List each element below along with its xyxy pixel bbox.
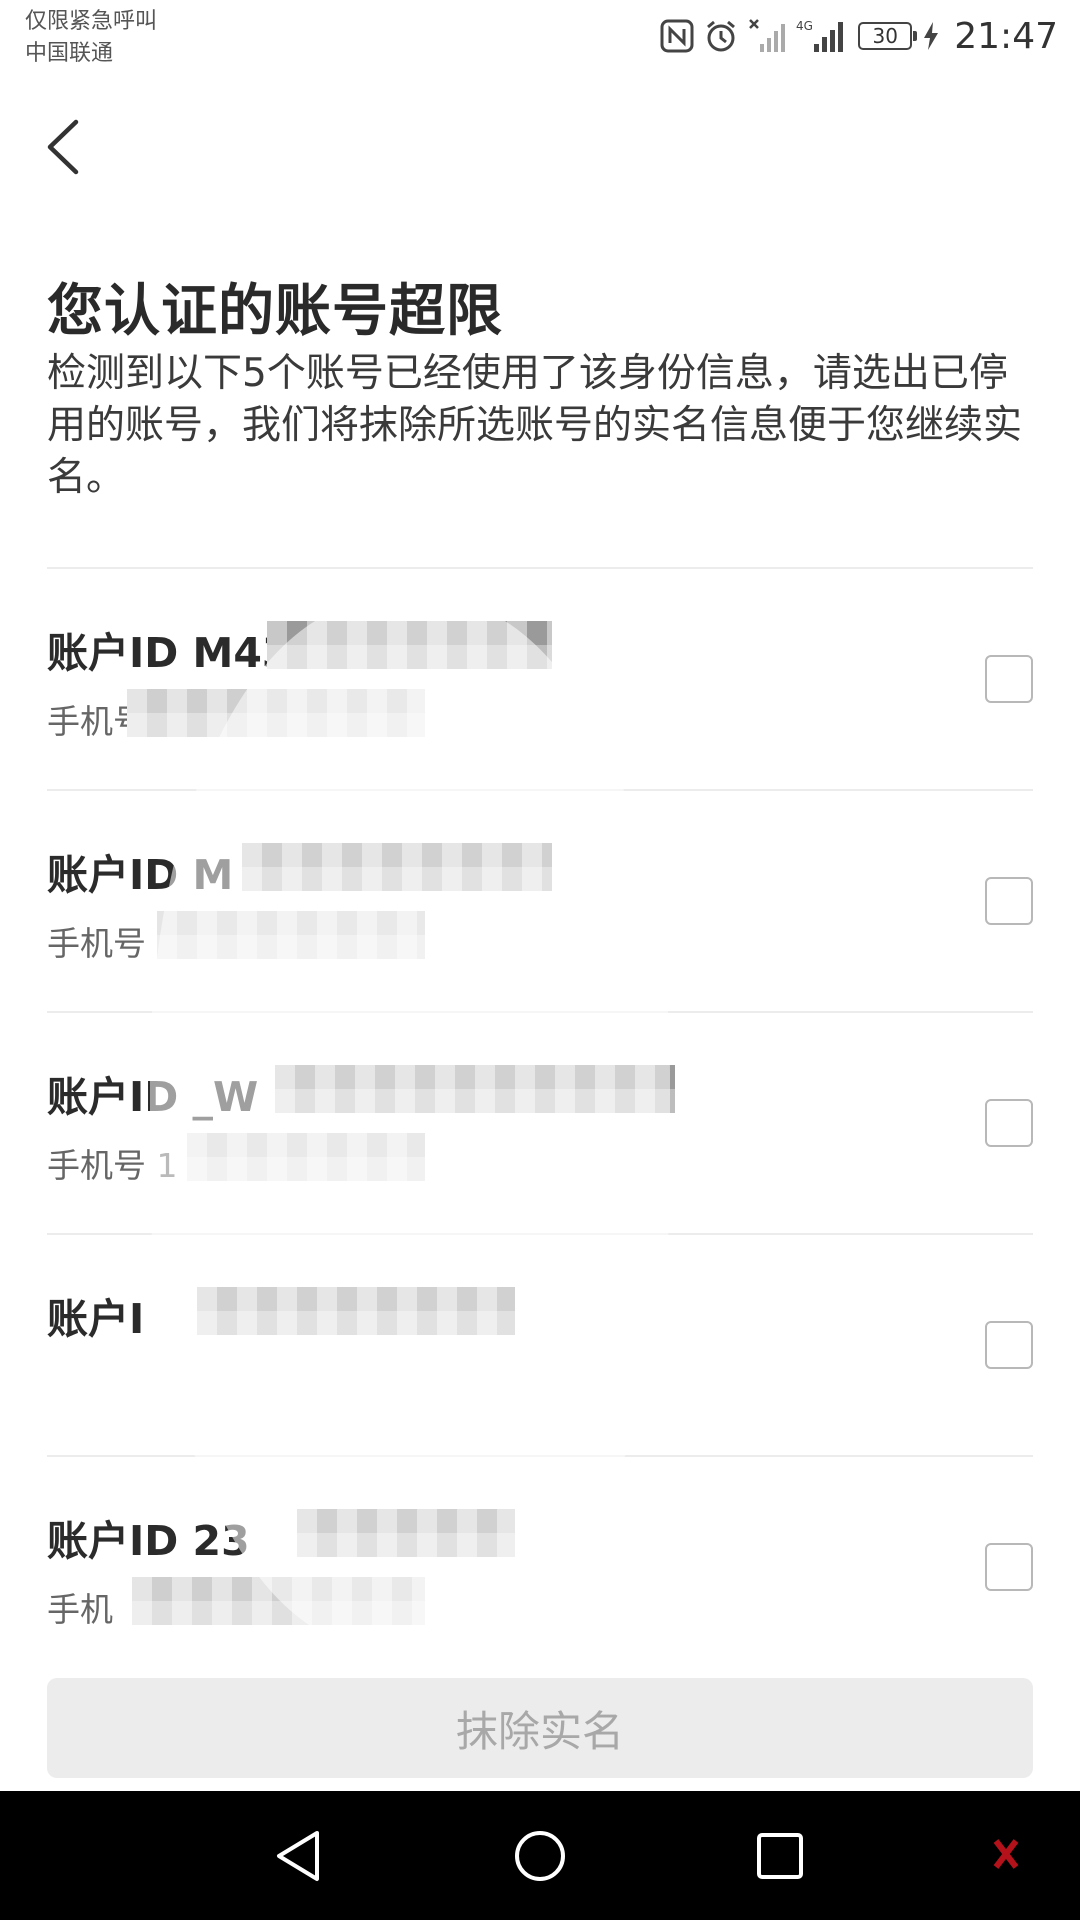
- account-list: 账户ID M43 手机号 1 账户ID M 手机号 账户ID _W 手机号 1 …: [47, 567, 1033, 1677]
- charging-icon: [922, 21, 940, 51]
- account-checkbox[interactable]: [985, 877, 1033, 925]
- redacted-account-id: [297, 1509, 515, 1557]
- carrier-name: 中国联通: [25, 41, 114, 66]
- redacted-phone: [157, 911, 425, 959]
- account-phone: 手机号: [47, 924, 146, 963]
- battery-level: 30: [872, 24, 898, 48]
- account-row[interactable]: 账户ID _W 手机号 1: [47, 1011, 1033, 1233]
- no-signal-icon: [748, 18, 786, 54]
- redacted-account-id: [275, 1065, 675, 1113]
- network-type-label: 4G: [796, 19, 813, 33]
- signal-icon: 4G: [796, 18, 848, 54]
- redacted-phone: [127, 689, 425, 737]
- account-checkbox[interactable]: [985, 1099, 1033, 1147]
- account-row[interactable]: 账户ID M43 手机号 1: [47, 567, 1033, 789]
- redacted-account-id: [242, 843, 552, 891]
- alarm-icon: [704, 19, 738, 53]
- redacted-phone: [187, 1133, 425, 1181]
- carrier-emergency-text: 仅限紧急呼叫: [25, 9, 158, 34]
- account-id: 账户ID _W: [47, 1073, 259, 1121]
- account-phone: 手机: [47, 1590, 113, 1629]
- account-id: 账户I: [47, 1295, 145, 1343]
- nfc-icon: [660, 19, 694, 53]
- account-checkbox[interactable]: [985, 655, 1033, 703]
- nav-recents-button[interactable]: [745, 1821, 815, 1891]
- account-phone: 手机号 1: [47, 1146, 178, 1185]
- watermark-logo: [992, 1837, 1020, 1871]
- back-arrow-icon: [47, 119, 79, 175]
- account-id: 账户ID M: [47, 851, 234, 899]
- nav-back-button[interactable]: [265, 1821, 335, 1891]
- nav-home-button[interactable]: [505, 1821, 575, 1891]
- redacted-phone: [132, 1577, 425, 1625]
- nav-back-icon: [277, 1831, 319, 1881]
- status-time: 21:47: [954, 15, 1058, 57]
- navigation-bar: [0, 1791, 1080, 1920]
- redacted-account-id: [267, 621, 552, 669]
- account-row[interactable]: 账户ID M 手机号: [47, 789, 1033, 1011]
- page-description: 检测到以下5个账号已经使用了该身份信息，请选出已停用的账号，我们将抹除所选账号的…: [47, 351, 1023, 500]
- page-title: 您认证的账号超限: [47, 279, 503, 344]
- status-bar: 仅限紧急呼叫 中国联通 4G 30 21:47: [0, 0, 1080, 72]
- back-button[interactable]: [40, 112, 90, 182]
- status-icons: 4G 30 21:47: [660, 10, 1058, 62]
- account-checkbox[interactable]: [985, 1321, 1033, 1369]
- account-id: 账户ID M43: [47, 629, 291, 677]
- erase-realname-button[interactable]: 抹除实名: [47, 1678, 1033, 1778]
- account-id: 账户ID 23: [47, 1517, 250, 1565]
- account-checkbox[interactable]: [985, 1543, 1033, 1591]
- carrier-info: 仅限紧急呼叫 中国联通: [25, 6, 157, 70]
- account-row[interactable]: 账户ID 23 手机: [47, 1455, 1033, 1677]
- account-row[interactable]: 账户I: [47, 1233, 1033, 1455]
- redacted-account-id: [197, 1287, 515, 1335]
- nav-recents-icon: [757, 1833, 803, 1879]
- battery-icon: 30: [858, 22, 918, 50]
- nav-home-icon: [515, 1831, 565, 1881]
